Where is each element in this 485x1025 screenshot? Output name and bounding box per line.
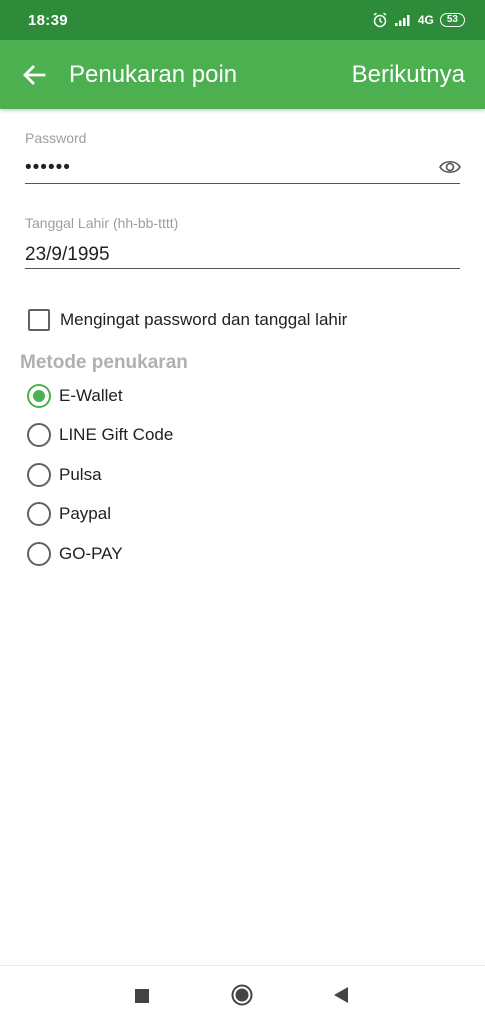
eye-icon[interactable]	[439, 157, 461, 177]
radio-line-gift-code[interactable]: LINE Gift Code	[27, 422, 173, 448]
radio-pulsa[interactable]: Pulsa	[27, 462, 102, 488]
checkbox-box[interactable]	[28, 309, 50, 331]
remember-label: Mengingat password dan tanggal lahir	[60, 310, 348, 329]
birthdate-underline	[25, 268, 460, 269]
network-type: 4G	[417, 13, 434, 27]
triangle-left-icon[interactable]	[333, 986, 349, 1004]
next-button[interactable]: Berikutnya	[352, 61, 465, 89]
radio-button[interactable]	[27, 423, 51, 447]
remember-checkbox[interactable]: Mengingat password dan tanggal lahir	[28, 308, 347, 332]
radio-label: Paypal	[59, 504, 111, 523]
signal-icon	[394, 15, 410, 26]
radio-button[interactable]	[27, 542, 51, 566]
square-icon[interactable]	[134, 988, 150, 1004]
radio-paypal[interactable]: Paypal	[27, 501, 111, 527]
status-bar: 18:39 4G 53	[0, 0, 485, 40]
radio-label: E-Wallet	[59, 386, 123, 405]
radio-go-pay[interactable]: GO-PAY	[27, 541, 123, 567]
radio-e-wallet[interactable]: E-Wallet	[27, 383, 123, 409]
battery-icon: 53	[439, 13, 465, 27]
system-nav-bar	[0, 965, 485, 1025]
status-time: 18:39	[28, 12, 68, 29]
page-title: Penukaran poin	[69, 61, 238, 88]
method-section-title: Metode penukaran	[20, 352, 188, 373]
radio-button[interactable]	[27, 502, 51, 526]
alarm-icon	[373, 12, 387, 28]
circle-icon[interactable]	[231, 984, 253, 1006]
radio-label: LINE Gift Code	[59, 425, 174, 444]
radio-button[interactable]	[27, 463, 51, 487]
app-bar: Penukaran poin Berikutnya	[0, 40, 485, 109]
radio-label: Pulsa	[59, 465, 102, 484]
password-underline	[25, 183, 460, 184]
birthdate-field[interactable]: 23/9/1995	[25, 244, 110, 266]
arrow-left-icon	[23, 65, 46, 85]
birthdate-label: Tanggal Lahir (hh-bb-tttt)	[25, 215, 179, 231]
back-button[interactable]	[20, 60, 50, 90]
password-field[interactable]: ••••••	[25, 157, 71, 179]
status-icons: 4G 53	[372, 10, 465, 30]
radio-label: GO-PAY	[59, 544, 123, 563]
radio-button-selected[interactable]	[27, 384, 51, 408]
password-label: Password	[25, 130, 87, 146]
